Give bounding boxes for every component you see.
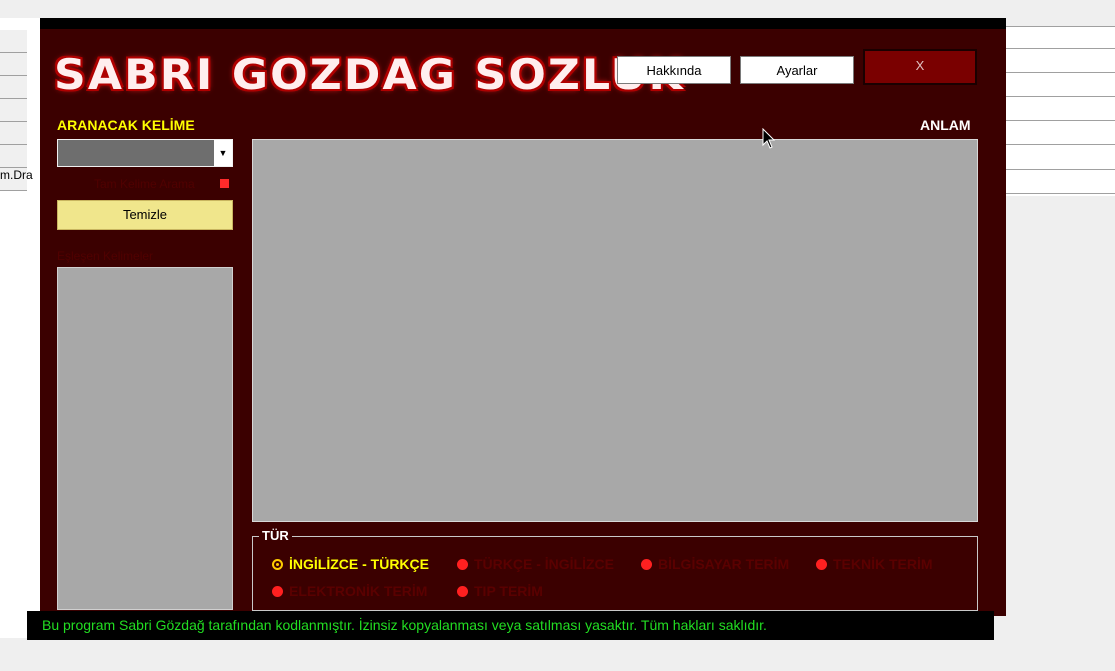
background-label: m.Dra bbox=[0, 168, 33, 182]
radio-selected-icon bbox=[272, 558, 283, 570]
background-line bbox=[1006, 96, 1115, 97]
type-groupbox: TÜR İNGİLİZCE - TÜRKÇE TÜRKÇE - İNGİLİZC… bbox=[252, 528, 978, 611]
type-legend: TÜR bbox=[259, 528, 292, 543]
background-row bbox=[0, 99, 27, 122]
matching-words-label: Eşleşen Kelimeler bbox=[57, 249, 154, 263]
exact-match-checkbox[interactable] bbox=[220, 179, 229, 188]
radio-label: BİLGİSAYAR TERİM bbox=[658, 556, 790, 572]
search-combobox[interactable]: ▼ bbox=[57, 139, 233, 167]
settings-button[interactable]: Ayarlar bbox=[740, 56, 854, 84]
background-line bbox=[1006, 144, 1115, 145]
radio-label: İNGİLİZCE - TÜRKÇE bbox=[289, 556, 429, 572]
background-line bbox=[1006, 120, 1115, 121]
radio-label: TÜRKÇE - İNGİLİZCE bbox=[474, 556, 614, 572]
background-row bbox=[0, 122, 27, 145]
background-row bbox=[0, 53, 27, 76]
radio-turkish-english[interactable]: TÜRKÇE - İNGİLİZCE bbox=[457, 556, 614, 572]
about-button[interactable]: Hakkında bbox=[617, 56, 731, 84]
background-row bbox=[0, 145, 27, 168]
background-window-right bbox=[1006, 26, 1115, 196]
radio-computer-term[interactable]: BİLGİSAYAR TERİM bbox=[641, 556, 789, 572]
radio-label: ELEKTRONİK TERİM bbox=[289, 583, 428, 599]
radio-dot-icon bbox=[457, 585, 468, 597]
close-button[interactable]: X bbox=[863, 49, 977, 85]
background-line bbox=[1006, 193, 1115, 194]
search-word-label: ARANACAK KELİME bbox=[57, 117, 195, 133]
radio-medical-term[interactable]: TIP TERİM bbox=[457, 583, 543, 599]
background-line bbox=[1006, 72, 1115, 73]
radio-english-turkish[interactable]: İNGİLİZCE - TÜRKÇE bbox=[272, 556, 429, 572]
radio-dot-icon bbox=[641, 558, 652, 570]
exact-match-label: Tam Kelime Arama bbox=[94, 177, 195, 191]
background-row bbox=[0, 76, 27, 99]
background-line bbox=[1006, 48, 1115, 49]
radio-dot-icon bbox=[272, 585, 283, 597]
radio-label: TEKNİK TERİM bbox=[833, 556, 933, 572]
clear-button[interactable]: Temizle bbox=[57, 200, 233, 230]
meaning-label: ANLAM bbox=[920, 117, 971, 133]
radio-electronics-term[interactable]: ELEKTRONİK TERİM bbox=[272, 583, 427, 599]
background-window-left: m.Dra bbox=[0, 18, 40, 638]
background-line bbox=[1006, 169, 1115, 170]
meaning-textbox[interactable] bbox=[252, 139, 978, 522]
mouse-cursor-icon bbox=[762, 128, 776, 149]
radio-label: TIP TERİM bbox=[474, 583, 543, 599]
copyright-footer: Bu program Sabri Gözdağ tarafından kodla… bbox=[27, 611, 994, 640]
chevron-down-icon[interactable]: ▼ bbox=[214, 140, 232, 166]
background-line bbox=[1006, 26, 1115, 27]
matching-words-list[interactable] bbox=[57, 267, 233, 610]
radio-dot-icon bbox=[816, 558, 827, 570]
radio-technical-term[interactable]: TEKNİK TERİM bbox=[816, 556, 933, 572]
dictionary-app-window: SABRI GOZDAG SOZLUK Hakkında Ayarlar X A… bbox=[40, 18, 1006, 616]
background-row bbox=[0, 30, 27, 53]
app-logo: SABRI GOZDAG SOZLUK bbox=[54, 50, 685, 99]
radio-dot-icon bbox=[457, 558, 468, 570]
